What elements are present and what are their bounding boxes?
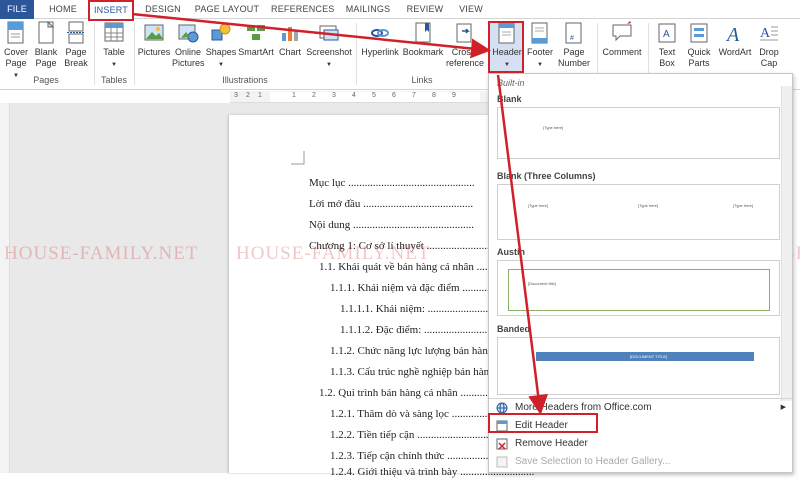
annotation-arrows xyxy=(131,12,549,415)
arrow-header-to-edit xyxy=(496,74,549,415)
arrow-insert-to-header xyxy=(131,12,491,59)
